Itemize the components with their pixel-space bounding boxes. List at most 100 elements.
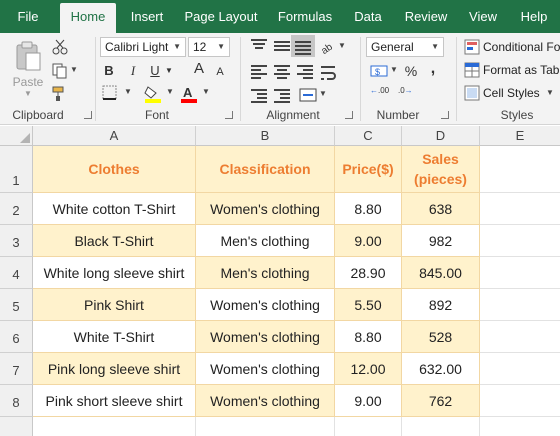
align-center-icon[interactable] [274,65,290,79]
row-header[interactable]: 4 [0,257,33,289]
font-launcher-icon[interactable] [225,111,233,119]
row-header[interactable]: 3 [0,225,33,257]
empty-cell[interactable] [480,289,560,321]
tab-insert[interactable]: Insert [124,0,170,33]
table-cell[interactable]: 9.00 [335,225,402,257]
conditional-formatting-button[interactable]: Conditional Fo [462,37,560,57]
table-cell[interactable]: 8.80 [335,321,402,353]
table-cell[interactable]: Women's clothing [196,193,335,225]
cell-styles-button[interactable]: Cell Styles ▼ [462,83,560,103]
table-cell[interactable]: 28.90 [335,257,402,289]
empty-cell[interactable] [480,353,560,385]
column-header-c[interactable]: C [335,126,402,146]
font-name-select[interactable]: Calibri Light ▼ [100,37,186,57]
fill-color-button[interactable]: ▼ [144,85,174,103]
empty-cell[interactable] [480,225,560,257]
merge-center-button[interactable]: ▼ [299,87,329,105]
table-cell[interactable]: 845.00 [402,257,480,289]
tab-formulas[interactable]: Formulas [272,0,338,33]
empty-cell[interactable] [480,257,560,289]
font-size-select[interactable]: 12 ▼ [188,37,230,57]
paste-button[interactable]: Paste ▼ [10,39,46,101]
row-header[interactable]: 5 [0,289,33,321]
align-left-icon[interactable] [251,65,267,79]
empty-cell[interactable] [33,417,196,436]
table-cell[interactable]: Women's clothing [196,353,335,385]
table-cell[interactable]: Women's clothing [196,321,335,353]
table-cell[interactable]: Pink long sleeve shirt [33,353,196,385]
orientation-button[interactable]: ab ▼ [318,39,348,57]
table-cell[interactable]: 982 [402,225,480,257]
chevron-down-icon[interactable]: ▼ [164,63,174,79]
table-cell[interactable]: 762 [402,385,480,417]
table-cell[interactable]: 5.50 [335,289,402,321]
increase-indent-icon[interactable] [274,89,290,103]
middle-align-icon[interactable] [274,39,290,53]
empty-cell[interactable] [480,385,560,417]
table-cell[interactable]: Pink Shirt [33,289,196,321]
number-launcher-icon[interactable] [441,111,449,119]
borders-button[interactable]: ▼ [102,85,134,103]
table-cell[interactable]: Black T-Shirt [33,225,196,257]
decrease-indent-icon[interactable] [251,89,267,103]
table-header-cell[interactable]: Sales (pieces) [402,146,480,193]
table-cell[interactable]: White cotton T-Shirt [33,193,196,225]
table-header-cell[interactable]: Classification [196,146,335,193]
number-format-select[interactable]: General ▼ [366,37,444,57]
format-painter-button[interactable] [52,86,70,104]
table-cell[interactable]: 638 [402,193,480,225]
copy-button[interactable]: ▼ [52,63,80,81]
row-header[interactable] [0,417,33,436]
table-cell[interactable]: 8.80 [335,193,402,225]
row-header[interactable]: 7 [0,353,33,385]
empty-cell[interactable] [402,417,480,436]
row-header[interactable]: 8 [0,385,33,417]
column-header-a[interactable]: A [33,126,196,146]
wrap-text-button[interactable] [320,65,336,81]
font-color-button[interactable]: A ▼ [180,85,210,103]
table-cell[interactable]: 9.00 [335,385,402,417]
tab-home[interactable]: Home [60,3,116,33]
cut-button[interactable] [52,39,70,57]
empty-cell[interactable] [480,321,560,353]
alignment-launcher-icon[interactable] [345,111,353,119]
empty-cell[interactable] [480,417,560,436]
table-cell[interactable]: Men's clothing [196,225,335,257]
increase-font-button[interactable]: A [192,61,206,77]
table-header-cell[interactable]: Clothes [33,146,196,193]
currency-button[interactable]: $ ▼ [370,63,400,81]
bottom-align-button[interactable] [291,35,315,57]
comma-style-button[interactable]: , [426,61,440,77]
tab-data[interactable]: Data [347,0,389,33]
tab-page-layout[interactable]: Page Layout [180,0,262,33]
table-header-cell[interactable]: Price($) [335,146,402,193]
table-cell[interactable]: 632.00 [402,353,480,385]
align-right-icon[interactable] [297,65,313,79]
table-cell[interactable]: White long sleeve shirt [33,257,196,289]
table-cell[interactable]: Pink short sleeve shirt [33,385,196,417]
spreadsheet-grid[interactable]: A B C D E 1 2 3 4 5 6 7 8 Clothes Classi… [0,126,560,436]
column-header-d[interactable]: D [402,126,480,146]
table-cell[interactable]: 528 [402,321,480,353]
empty-cell[interactable] [335,417,402,436]
tab-help[interactable]: Help [514,0,554,33]
select-all-button[interactable] [0,126,33,146]
decrease-decimal-button[interactable]: .0→ [398,86,418,106]
table-cell[interactable]: Women's clothing [196,385,335,417]
row-header[interactable]: 6 [0,321,33,353]
column-header-b[interactable]: B [196,126,335,146]
decrease-font-button[interactable]: A [214,64,226,80]
clipboard-launcher-icon[interactable] [84,111,92,119]
empty-cell[interactable] [480,146,560,193]
column-header-e[interactable]: E [480,126,560,146]
tab-review[interactable]: Review [398,0,454,33]
row-header[interactable]: 1 [0,146,33,193]
top-align-icon[interactable] [251,39,267,53]
format-as-table-button[interactable]: Format as Tabl [462,60,560,80]
tab-view[interactable]: View [462,0,504,33]
table-cell[interactable]: 892 [402,289,480,321]
underline-button[interactable]: U [148,63,162,79]
table-cell[interactable]: 12.00 [335,353,402,385]
empty-cell[interactable] [196,417,335,436]
italic-button[interactable]: I [126,63,140,79]
